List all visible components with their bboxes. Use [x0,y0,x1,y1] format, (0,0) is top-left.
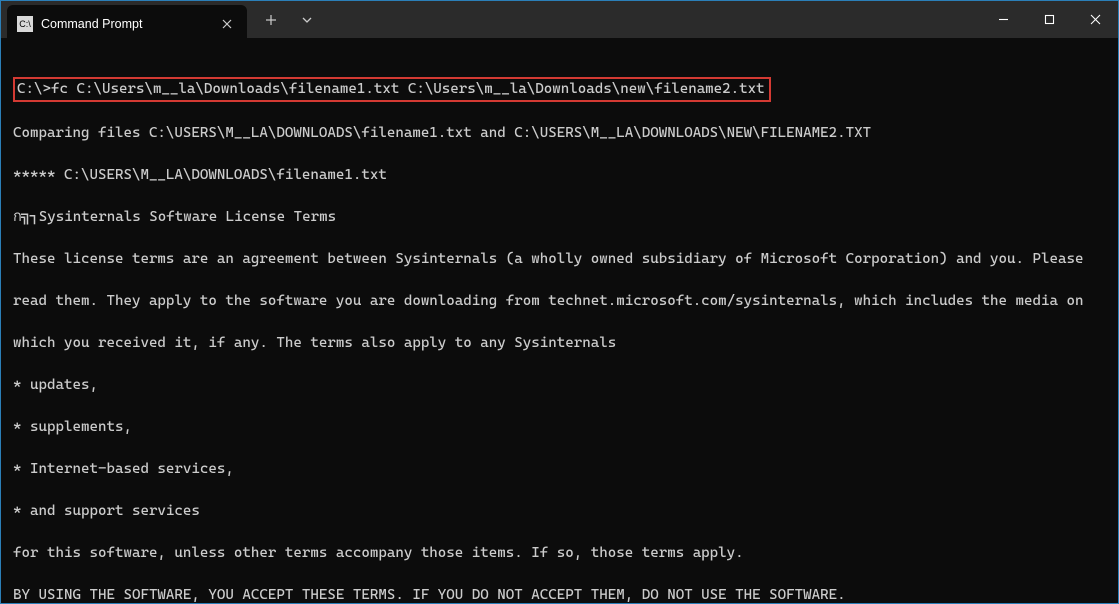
chevron-down-icon [301,14,313,26]
output-line: Comparing files C:\USERS\M__LA\DOWNLOADS… [13,123,1106,144]
minimize-button[interactable] [980,1,1026,38]
output-line: which you received it, if any. The terms… [13,333,1106,354]
terminal-output[interactable]: C:\>fc C:\Users\m__la\Downloads\filename… [1,38,1118,604]
output-line: ***** C:\USERS\M__LA\DOWNLOADS\filename1… [13,165,1106,186]
titlebar-drag-area[interactable] [331,1,980,38]
typed-command: fc C:\Users\m__la\Downloads\filename1.tx… [51,81,765,97]
output-line: * and support services [13,501,1106,522]
output-line: * Internet-based services, [13,459,1106,480]
output-line: ก╗┐Sysinternals Software License Terms [13,207,1106,228]
output-line: * updates, [13,375,1106,396]
output-line: read them. They apply to the software yo… [13,291,1106,312]
command-line: C:\>fc C:\Users\m__la\Downloads\filename… [13,77,1106,102]
close-icon [222,19,232,29]
close-icon [1090,14,1101,25]
tab-title: Command Prompt [41,17,211,31]
tab-actions [247,1,331,38]
minimize-icon [998,14,1009,25]
plus-icon [265,14,277,26]
prompt: C:\> [17,81,51,97]
maximize-icon [1044,14,1055,25]
maximize-button[interactable] [1026,1,1072,38]
output-line: * supplements, [13,417,1106,438]
new-tab-button[interactable] [261,10,281,30]
output-line: These license terms are an agreement bet… [13,249,1106,270]
window-controls [980,1,1118,38]
tab-command-prompt[interactable]: C:\ Command Prompt [7,5,247,42]
close-tab-button[interactable] [219,16,235,32]
titlebar: C:\ Command Prompt [1,0,1118,38]
cmd-icon: C:\ [17,16,33,32]
output-line: for this software, unless other terms ac… [13,543,1106,564]
close-window-button[interactable] [1072,1,1118,38]
tab-dropdown-button[interactable] [297,10,317,30]
output-line: BY USING THE SOFTWARE, YOU ACCEPT THESE … [13,585,1106,604]
